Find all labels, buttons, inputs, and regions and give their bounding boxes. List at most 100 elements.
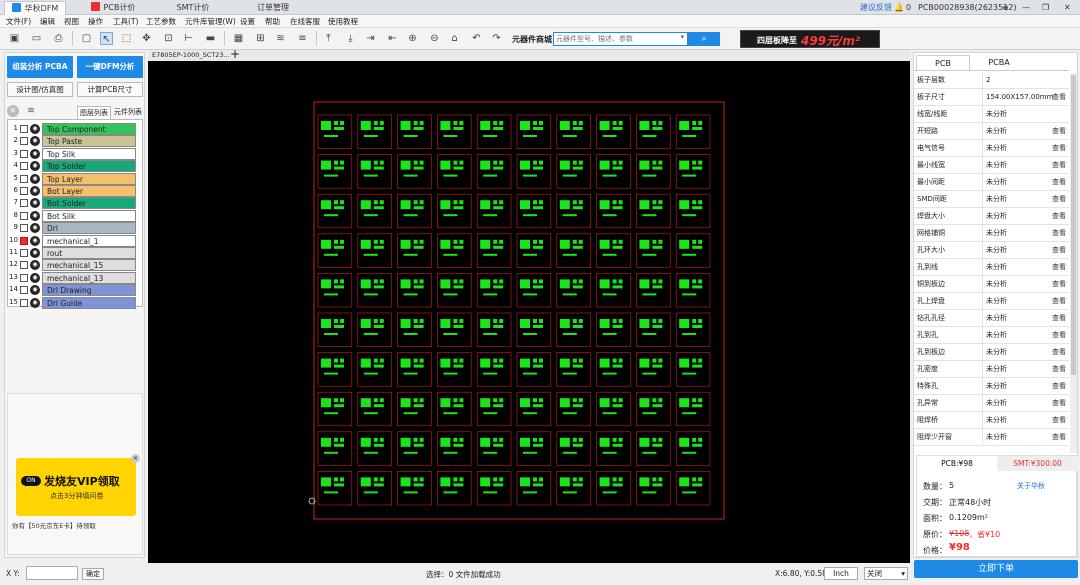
layer-checkbox[interactable] [20, 174, 28, 183]
layer-checkbox[interactable] [20, 137, 28, 146]
flip-h-icon[interactable]: ⇥ [364, 32, 377, 45]
view-link[interactable]: 查看 [1052, 361, 1066, 378]
layer-name[interactable]: Top Solder [42, 160, 136, 173]
view-link[interactable]: 查看 [1052, 327, 1066, 344]
eye-icon[interactable]: ◉ [30, 198, 40, 209]
layer-name[interactable]: rout [42, 247, 136, 259]
layer-checkbox[interactable] [20, 261, 28, 270]
vip-ad-banner[interactable]: ON 发烧友VIP领取 点击3分钟填问卷 × [16, 454, 140, 516]
layer-checkbox[interactable] [20, 187, 28, 195]
menu-settings[interactable]: 设置 [240, 16, 255, 27]
eye-icon[interactable]: ◉ [30, 161, 40, 172]
menu-library[interactable]: 元件库管理(W) [185, 16, 236, 27]
view-link[interactable]: 查看 [1052, 89, 1066, 106]
layer-checkbox[interactable] [20, 149, 28, 158]
layer-row[interactable]: 6 ◉ Bot Layer [8, 185, 138, 197]
menu-help[interactable]: 帮助 [265, 16, 280, 27]
layer-name[interactable]: Drl Drawing [42, 284, 136, 297]
view-link[interactable]: 查看 [1052, 429, 1066, 446]
layer-name[interactable]: Drl [42, 222, 136, 235]
ad-close-icon[interactable]: × [131, 454, 140, 463]
unit-button[interactable]: Inch [824, 567, 858, 580]
promo-banner[interactable]: 四层板降至 499元/m² [740, 30, 880, 48]
document-tab[interactable]: E7805EP-1000_SCT23... [152, 51, 230, 59]
xy-input[interactable] [26, 566, 78, 580]
eye-icon[interactable]: ◉ [30, 223, 40, 234]
open-folder-icon[interactable]: ▭ [30, 32, 43, 45]
eye-icon[interactable]: ◉ [30, 272, 40, 283]
layer-name[interactable]: mechanical_15 [42, 259, 136, 272]
property-scrollbar[interactable] [1070, 73, 1077, 453]
tab-order-manage[interactable]: 订单管理 [240, 1, 306, 15]
layer-name[interactable]: Top Paste [42, 135, 136, 148]
layer-settings-icon[interactable]: ✕ [7, 105, 19, 117]
layer-checkbox[interactable] [20, 273, 28, 282]
rect-select-icon[interactable]: ⬚ [120, 32, 133, 45]
view-link[interactable]: 查看 [1052, 259, 1066, 276]
layer-name[interactable]: Top Silk [42, 147, 136, 160]
undo-icon[interactable]: ↶ [470, 32, 483, 45]
view-link[interactable]: 查看 [1052, 208, 1066, 225]
grid-icon[interactable]: ▦ [232, 32, 245, 45]
place-order-button[interactable]: 立即下单 [914, 560, 1078, 578]
tab-pcb-quote[interactable]: PCB计价 [80, 1, 146, 15]
view-link[interactable]: 查看 [1052, 310, 1066, 327]
layer-checkbox[interactable] [20, 249, 28, 257]
menu-view[interactable]: 视图 [64, 16, 79, 27]
view-link[interactable]: 查看 [1052, 140, 1066, 157]
menu-process[interactable]: 工艺参数 [146, 16, 176, 27]
layer-row[interactable]: 8 ◉ Bot Silk [8, 209, 138, 222]
feedback-link[interactable]: 建议反馈 [860, 0, 892, 15]
component-search-field[interactable]: ▾ [553, 32, 688, 46]
layer-checkbox[interactable] [20, 224, 28, 233]
layer-row[interactable]: 1 ◉ Top Component [8, 123, 138, 135]
view-link[interactable]: 查看 [1052, 174, 1066, 191]
view-link[interactable]: 查看 [1052, 242, 1066, 259]
window-icon[interactable]: ▢ [80, 32, 93, 45]
menu-tutorial[interactable]: 使用教程 [328, 16, 358, 27]
component-search-input[interactable] [556, 34, 674, 44]
layer-row[interactable]: 15 ◉ Drl Guide [8, 296, 138, 309]
chevron-down-icon[interactable]: ▾ [680, 33, 684, 41]
design-view-button[interactable]: 设计图/仿真图 [7, 82, 73, 97]
add-tab-icon[interactable]: + [230, 47, 240, 61]
layer-row[interactable]: 3 ◉ Top Silk [8, 147, 138, 160]
tab-pcb-props[interactable]: PCB [916, 55, 970, 70]
minimize-icon[interactable]: — [1022, 0, 1030, 15]
menu-online-service[interactable]: 在线客服 [290, 16, 320, 27]
align-icon[interactable]: ≡ [296, 32, 309, 45]
menu-operate[interactable]: 操作 [88, 16, 103, 27]
layer-checkbox[interactable] [20, 298, 28, 307]
display-dropdown[interactable]: 关闭 ▾ [864, 567, 908, 580]
tab-pcb-price[interactable]: PCB:¥98 [917, 456, 997, 471]
tab-smt-price[interactable]: SMT:¥300.00 [997, 456, 1078, 471]
layer-name[interactable]: Drl Guide [42, 296, 136, 309]
scrollbar-thumb[interactable] [1071, 75, 1076, 375]
layer-checkbox[interactable] [20, 162, 28, 171]
layer-checkbox[interactable] [20, 125, 28, 133]
layer-row[interactable]: 9 ◉ Drl [8, 222, 138, 235]
dfm-analyze-button[interactable]: 一键DFM分析 [77, 56, 143, 78]
flip-v-icon[interactable]: ⇤ [386, 32, 399, 45]
layer-row[interactable]: 5 ◉ Top Layer [8, 172, 138, 185]
measure-point-icon[interactable]: ⊢ [182, 32, 195, 45]
about-link[interactable]: 关于华秋 [1017, 481, 1045, 491]
flip-down-icon[interactable]: ⤓ [344, 32, 357, 45]
eye-icon[interactable]: ◉ [30, 260, 40, 271]
tab-pcba-props[interactable]: PCBA [972, 55, 1026, 70]
ad-note[interactable]: 你有【50元京东E卡】待领取 [12, 520, 96, 530]
tab-component-list[interactable]: 元件列表 [111, 106, 145, 119]
maximize-icon[interactable]: ❐ [1042, 0, 1049, 15]
save-icon[interactable]: ▣ [8, 32, 21, 45]
print-icon[interactable]: ⎙ [52, 32, 65, 45]
layer-row[interactable]: 2 ◉ Top Paste [8, 135, 138, 148]
layer-name[interactable]: Bot Solder [42, 197, 136, 210]
net-icon[interactable]: ⊞ [254, 32, 267, 45]
zoom-in-icon[interactable]: ⊕ [406, 32, 419, 45]
eye-icon[interactable]: ◉ [30, 186, 40, 196]
view-link[interactable]: 查看 [1052, 395, 1066, 412]
view-link[interactable]: 查看 [1052, 191, 1066, 208]
layer-name[interactable]: Bot Layer [42, 185, 136, 197]
calc-size-button[interactable]: 计算PCB尺寸 [77, 82, 143, 97]
search-button[interactable]: ⌕ [688, 32, 720, 46]
